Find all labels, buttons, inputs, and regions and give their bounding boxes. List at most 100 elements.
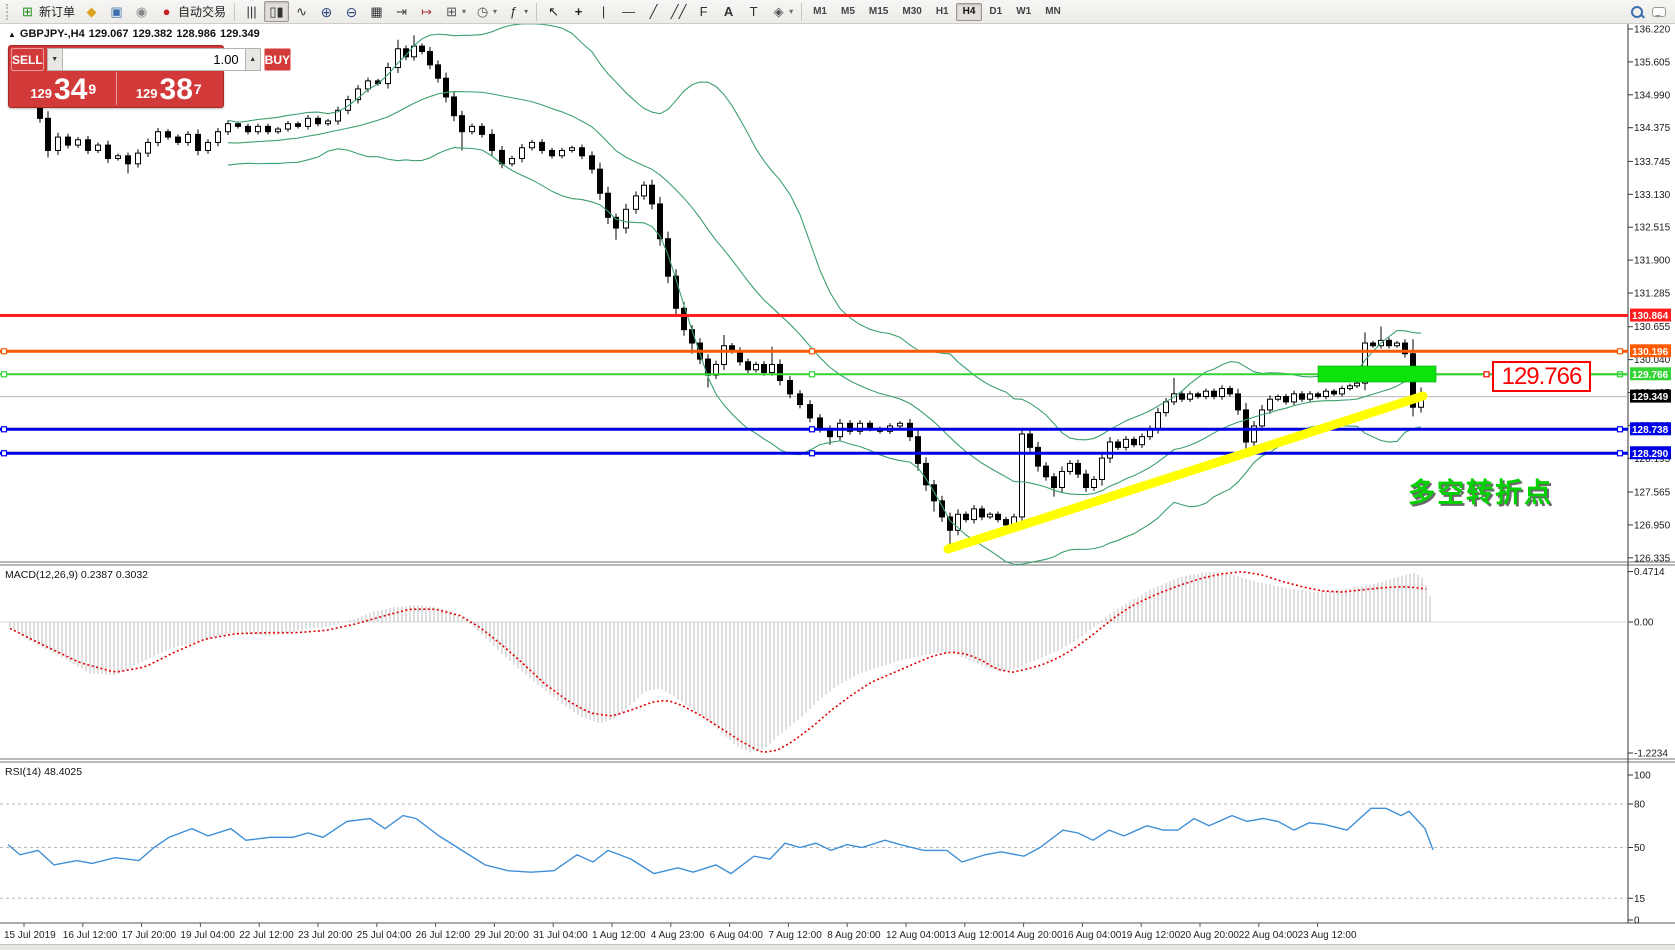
svg-text:80: 80 xyxy=(1634,800,1646,811)
profiles-button[interactable]: ◷▾ xyxy=(470,1,501,22)
styler-icon: ◆ xyxy=(83,4,100,20)
turning-point-annotation[interactable]: 多空转折点 xyxy=(1408,471,1553,510)
svg-text:136.220: 136.220 xyxy=(1634,25,1671,36)
arrows-button[interactable]: ◈▾ xyxy=(766,1,797,22)
chart-shift-button[interactable]: ↦ xyxy=(414,1,439,22)
toolbar: ⊞新订单◆▣◉●自动交易|||▯▮∿⊕⊖▦⇥↦⊞▾◷▾ƒ▾↖+|—╱╱╱FAT◈… xyxy=(0,0,1675,24)
vertical-line-button[interactable]: | xyxy=(591,1,616,22)
auto-trading-icon: ● xyxy=(158,4,175,20)
ohlc-low: 128.986 xyxy=(176,28,216,40)
chevron-down-icon: ▾ xyxy=(493,7,497,16)
volume-input[interactable] xyxy=(63,48,245,71)
svg-text:0: 0 xyxy=(1634,916,1640,927)
macd-values: 0.2387 0.3032 xyxy=(81,569,148,581)
zoom-out-button[interactable]: ⊖ xyxy=(339,1,364,22)
svg-text:131.285: 131.285 xyxy=(1634,289,1671,300)
navigator-button[interactable]: ◉ xyxy=(129,1,154,22)
timeframe-h1-button[interactable]: H1 xyxy=(929,3,956,21)
fibonacci-icon: F xyxy=(695,4,712,20)
styler-button[interactable]: ◆ xyxy=(79,1,104,22)
svg-text:25 Jul 04:00: 25 Jul 04:00 xyxy=(357,930,412,941)
indicators-list-button[interactable]: ƒ▾ xyxy=(501,1,532,22)
line-chart-icon: ∿ xyxy=(293,4,310,20)
rsi-label: RSI(14) 48.4025 xyxy=(5,766,82,778)
svg-text:19 Aug 12:00: 19 Aug 12:00 xyxy=(1121,930,1180,941)
toolbar-right-group xyxy=(1626,1,1671,22)
svg-text:100: 100 xyxy=(1634,771,1651,782)
symbol-info-bar: ▲GBPJPY-,H4129.067129.382128.986129.349 xyxy=(8,28,264,40)
timeframe-d1-button[interactable]: D1 xyxy=(982,3,1009,21)
volume-increase-button[interactable]: ▲ xyxy=(245,48,261,71)
text-button[interactable]: A xyxy=(716,1,741,22)
svg-text:29 Jul 20:00: 29 Jul 20:00 xyxy=(474,930,529,941)
search-button[interactable] xyxy=(1626,1,1648,22)
new-order-button[interactable]: ⊞新订单 xyxy=(15,1,79,22)
timeframe-m15-button[interactable]: M15 xyxy=(862,3,895,21)
timeframe-mn-button[interactable]: MN xyxy=(1038,3,1068,21)
text-label-button[interactable]: T xyxy=(741,1,766,22)
sell-button[interactable]: SELL xyxy=(11,48,44,71)
price-tag-annotation[interactable]: 129.766 xyxy=(1492,361,1591,392)
zoom-in-button[interactable]: ⊕ xyxy=(314,1,339,22)
chart-shift-icon: ↦ xyxy=(418,4,435,20)
chat-button[interactable] xyxy=(1648,1,1671,22)
toolbar-separator xyxy=(536,3,537,21)
timeframe-m1-button[interactable]: M1 xyxy=(806,3,834,21)
timeframe-h4-button[interactable]: H4 xyxy=(956,3,983,21)
chat-icon xyxy=(1652,6,1667,18)
svg-text:131.900: 131.900 xyxy=(1634,256,1671,267)
vertical-line-icon: | xyxy=(595,4,612,20)
svg-text:15: 15 xyxy=(1634,894,1646,905)
bar-chart-button[interactable]: ||| xyxy=(239,1,264,22)
line-chart-button[interactable]: ∿ xyxy=(289,1,314,22)
bar-chart-icon: ||| xyxy=(243,4,260,20)
tile-windows-icon: ▦ xyxy=(368,4,385,20)
fibonacci-button[interactable]: F xyxy=(691,1,716,22)
svg-text:23 Jul 20:00: 23 Jul 20:00 xyxy=(298,930,353,941)
profiles-icon: ◷ xyxy=(474,4,491,20)
highlight-zone[interactable] xyxy=(1318,366,1436,382)
buy-price[interactable]: 129 38 7 xyxy=(117,72,222,105)
auto-trading-button[interactable]: ●自动交易 xyxy=(154,1,230,22)
timeframe-m30-button[interactable]: M30 xyxy=(895,3,928,21)
svg-text:19 Jul 04:00: 19 Jul 04:00 xyxy=(180,930,235,941)
arrows-icon: ◈ xyxy=(770,4,787,20)
data-window-button[interactable]: ▣ xyxy=(104,1,129,22)
volume-decrease-button[interactable]: ▼ xyxy=(47,48,63,71)
svg-text:129.766: 129.766 xyxy=(1632,370,1669,381)
sell-price-sup: 9 xyxy=(88,74,96,104)
zoom-in-icon: ⊕ xyxy=(318,4,335,20)
cursor-icon: ↖ xyxy=(545,4,562,20)
trendline-button[interactable]: ╱ xyxy=(641,1,666,22)
symbol-name: GBPJPY-,H4 xyxy=(20,28,85,40)
svg-text:132.515: 132.515 xyxy=(1634,223,1671,234)
cursor-button[interactable]: ↖ xyxy=(541,1,566,22)
svg-text:133.130: 133.130 xyxy=(1634,190,1671,201)
chevron-down-icon: ▾ xyxy=(524,7,528,16)
trade-panel-collapse-icon[interactable]: ▲ xyxy=(8,30,16,39)
data-window-icon: ▣ xyxy=(108,4,125,20)
svg-text:17 Jul 20:00: 17 Jul 20:00 xyxy=(122,930,177,941)
auto-shift-button[interactable]: ⇥ xyxy=(389,1,414,22)
svg-text:130.864: 130.864 xyxy=(1632,311,1669,322)
crosshair-button[interactable]: + xyxy=(566,1,591,22)
svg-text:130.655: 130.655 xyxy=(1634,322,1671,333)
equidistant-channel-button[interactable]: ╱╱ xyxy=(666,1,691,22)
svg-text:-1.2234: -1.2234 xyxy=(1634,749,1668,760)
candlestick-chart-button[interactable]: ▯▮ xyxy=(264,1,289,22)
horizontal-line-button[interactable]: — xyxy=(616,1,641,22)
ohlc-close: 129.349 xyxy=(220,28,260,40)
buy-price-big: 38 xyxy=(160,76,193,104)
tile-windows-button[interactable]: ▦ xyxy=(364,1,389,22)
timeframe-w1-button[interactable]: W1 xyxy=(1009,3,1038,21)
buy-button[interactable]: BUY xyxy=(264,48,291,71)
svg-text:22 Aug 04:00: 22 Aug 04:00 xyxy=(1239,930,1298,941)
rsi-value: 48.4025 xyxy=(44,766,82,778)
new-chart-button[interactable]: ⊞▾ xyxy=(439,1,470,22)
svg-text:0.4714: 0.4714 xyxy=(1634,567,1665,578)
svg-text:7 Aug 12:00: 7 Aug 12:00 xyxy=(768,930,822,941)
new-order-label: 新订单 xyxy=(39,3,75,20)
timeframe-m5-button[interactable]: M5 xyxy=(834,3,862,21)
svg-text:13 Aug 12:00: 13 Aug 12:00 xyxy=(945,930,1004,941)
sell-price[interactable]: 129 34 9 xyxy=(11,72,117,105)
